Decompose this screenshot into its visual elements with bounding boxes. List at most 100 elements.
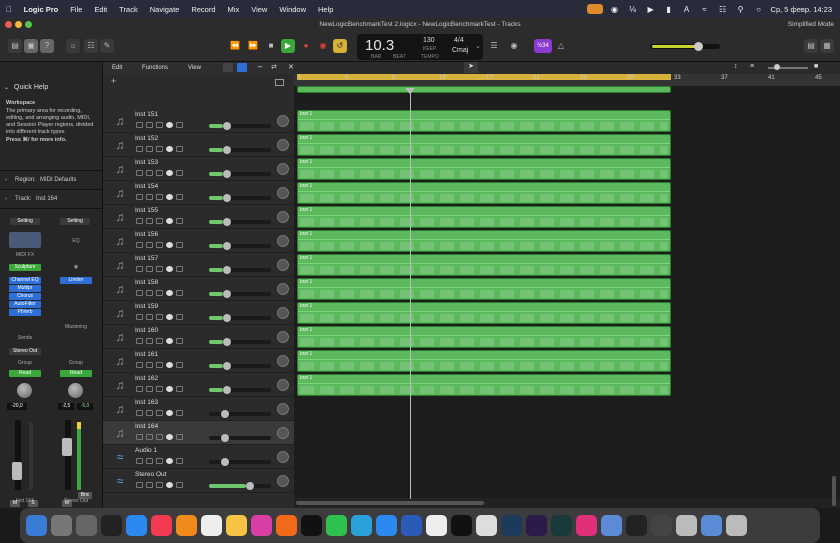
menu-help[interactable]: Help	[312, 5, 339, 14]
lock-icon[interactable]	[156, 146, 163, 152]
plugin-slot[interactable]: Multipr	[9, 285, 41, 292]
track-name[interactable]: Inst 159	[135, 303, 158, 310]
battery-icon[interactable]: ▮	[663, 4, 675, 14]
catch-icon[interactable]: ✕	[288, 63, 294, 71]
track-value[interactable]: Inst 164	[36, 196, 57, 203]
chevron-down-icon[interactable]: ⌄	[475, 42, 481, 50]
track-name[interactable]: Inst 163	[135, 399, 158, 406]
record-enable-button[interactable]	[166, 386, 173, 392]
menu-navigate[interactable]: Navigate	[144, 5, 186, 14]
dock-app-downloads[interactable]	[701, 515, 722, 536]
solo-button[interactable]	[146, 170, 153, 176]
play-button[interactable]: ▶	[281, 39, 295, 53]
track-volume-slider[interactable]	[209, 458, 271, 466]
pan-knob[interactable]	[277, 235, 289, 247]
setting-button[interactable]: Setting	[60, 218, 90, 225]
dock-app-creative-cloud[interactable]	[576, 515, 597, 536]
track-name[interactable]: Inst 160	[135, 327, 158, 334]
input-monitor-button[interactable]	[176, 146, 183, 152]
input-monitor-button[interactable]	[176, 314, 183, 320]
close-window-button[interactable]	[5, 21, 12, 28]
track-header[interactable]: ♫ Inst 162	[103, 373, 294, 397]
solo-button[interactable]	[146, 266, 153, 272]
dock-app-photos[interactable]	[226, 515, 247, 536]
mute-button[interactable]	[136, 242, 143, 248]
track-header[interactable]: ≈ Audio 1	[103, 445, 294, 469]
pan-knob[interactable]	[277, 379, 289, 391]
track-volume-handle[interactable]	[222, 338, 231, 346]
lock-icon[interactable]	[156, 242, 163, 248]
microphone-icon[interactable]	[586, 4, 603, 14]
track-name[interactable]: Audio 1	[135, 447, 157, 454]
track-volume-slider[interactable]	[209, 290, 271, 298]
midi-region[interactable]: Inst 1	[297, 230, 671, 252]
dock-app-word[interactable]	[401, 515, 422, 536]
record-enable-button[interactable]	[166, 122, 173, 128]
dock-app-telegram[interactable]	[351, 515, 372, 536]
lock-icon[interactable]	[156, 362, 163, 368]
pan-knob[interactable]	[277, 355, 289, 367]
zoom-window-button[interactable]	[25, 21, 32, 28]
track-header[interactable]: ♫ Inst 158	[103, 277, 294, 301]
input-monitor-button[interactable]	[176, 386, 183, 392]
pan-knob[interactable]	[17, 383, 32, 398]
cycle-button[interactable]: ↺	[333, 39, 347, 53]
track-volume-handle[interactable]	[222, 362, 231, 370]
midi-region[interactable]: Inst 1	[297, 158, 671, 180]
airplay-icon[interactable]: ◉	[609, 4, 621, 14]
solo-button[interactable]	[146, 242, 153, 248]
solo-button[interactable]	[146, 146, 153, 152]
track-volume-handle[interactable]	[221, 458, 230, 466]
track-volume-handle[interactable]	[222, 194, 231, 202]
track-volume-slider[interactable]	[209, 194, 271, 202]
volume-fader-handle[interactable]	[12, 462, 22, 480]
track-header[interactable]: ♫ Inst 161	[103, 349, 294, 373]
quick-help-title[interactable]: Quick Help	[14, 84, 48, 91]
output-slot[interactable]: Stereo Out	[9, 348, 41, 355]
menu-record[interactable]: Record	[185, 5, 221, 14]
track-name[interactable]: Stereo Out	[135, 471, 166, 478]
track-name[interactable]: Inst 153	[135, 159, 158, 166]
record-enable-button[interactable]	[166, 290, 173, 296]
track-name[interactable]: Inst 152	[135, 135, 158, 142]
chevron-right-icon[interactable]: ›	[5, 196, 7, 203]
horizontal-scrollbar[interactable]	[294, 498, 840, 508]
lock-icon[interactable]	[156, 314, 163, 320]
record-enable-button[interactable]	[166, 146, 173, 152]
flex-icon[interactable]: ⇄	[271, 63, 277, 71]
master-volume-slider[interactable]	[650, 42, 720, 51]
record-enable-button[interactable]	[166, 482, 173, 488]
setting-button[interactable]: Setting	[10, 218, 40, 225]
record-button[interactable]: ●	[299, 39, 313, 53]
dock-app-shortcuts[interactable]	[251, 515, 272, 536]
lock-icon[interactable]	[156, 290, 163, 296]
dock-app-firefox[interactable]	[276, 515, 297, 536]
dock-app-chrome[interactable]	[426, 515, 447, 536]
dock-app-chatgpt[interactable]	[301, 515, 322, 536]
lock-icon[interactable]	[156, 194, 163, 200]
track-name[interactable]: Inst 154	[135, 183, 158, 190]
mute-button[interactable]	[136, 482, 143, 488]
track-header[interactable]: ♫ Inst 159	[103, 301, 294, 325]
input-monitor-button[interactable]	[176, 458, 183, 464]
input-monitor-button[interactable]	[176, 194, 183, 200]
record-enable-button[interactable]	[166, 242, 173, 248]
mute-button[interactable]	[136, 194, 143, 200]
edit-menu[interactable]: Edit	[112, 65, 122, 71]
track-volume-handle[interactable]	[222, 170, 231, 178]
midi-region[interactable]	[297, 86, 671, 93]
capture-record-button[interactable]: ◉	[316, 39, 330, 53]
playhead[interactable]	[410, 88, 411, 499]
solo-button[interactable]	[146, 194, 153, 200]
rewind-button[interactable]: ⏪	[228, 39, 242, 53]
pan-knob[interactable]	[277, 403, 289, 415]
midi-region[interactable]: Inst 1	[297, 254, 671, 276]
record-enable-button[interactable]	[166, 458, 173, 464]
simplified-mode-label[interactable]: Simplified Mode	[788, 18, 834, 32]
record-enable-button[interactable]	[166, 314, 173, 320]
dock-app-notion[interactable]	[451, 515, 472, 536]
list-editors-icon[interactable]: ☰	[487, 39, 501, 53]
solo-button[interactable]	[146, 362, 153, 368]
stop-button[interactable]: ■	[264, 39, 278, 53]
scrollbar-thumb[interactable]	[296, 501, 484, 505]
